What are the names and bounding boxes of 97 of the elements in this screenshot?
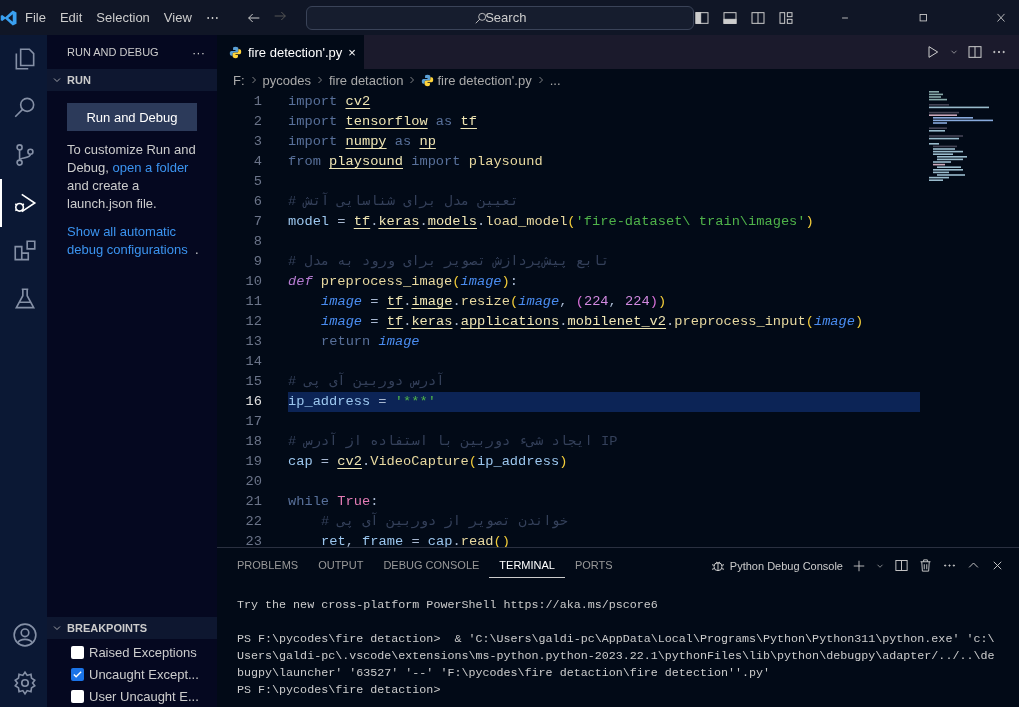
code-line: ret, frame = cap.read(): [320, 533, 511, 547]
terminal-name[interactable]: Python Debug Console: [729, 559, 843, 572]
split-layout-icon[interactable]: [749, 9, 766, 26]
line-number: 11: [244, 293, 262, 311]
line-number: 12: [244, 313, 262, 331]
run-icon[interactable]: [925, 44, 941, 60]
code-line: from playsound import playsound: [288, 153, 544, 171]
breadcrumb-item[interactable]: pycodes: [262, 72, 311, 88]
search-field[interactable]: Search: [305, 5, 694, 30]
code-line: model = tf.keras.models.load_model('fire-dataset\ train\images'): [288, 213, 815, 231]
code-line: image = tf.image.resize(image, (224, 224)): [320, 293, 668, 311]
terminal-line: bugpy\launcher' '63527' '--' 'F:\pycodes\fire detaction\fire detection''.py': [237, 666, 771, 680]
line-number: 20: [244, 473, 262, 491]
sidebar-title: RUN AND DEBUG: [67, 46, 159, 58]
editor-tab[interactable]: fire detection'.py ×: [217, 35, 364, 69]
checkbox[interactable]: [71, 667, 84, 681]
breakpoint-label: Raised Exceptions: [89, 644, 197, 660]
line-number: 2: [252, 113, 262, 131]
breadcrumb-item[interactable]: fire detection'.py: [437, 72, 532, 88]
section-title: RUN: [67, 74, 91, 86]
plus-icon[interactable]: [852, 558, 866, 573]
breakpoint-label: User Uncaught E...: [89, 688, 199, 704]
help-text: Show all automatic debug configurations .: [67, 223, 200, 259]
line-number: 10: [244, 273, 262, 291]
split-terminal-icon[interactable]: [894, 558, 909, 573]
open-folder-link[interactable]: open a folder: [112, 160, 189, 175]
code-line: image = tf.keras.applications.mobilenet_v2.preprocess_input(image): [320, 313, 865, 331]
terminal-line: PS F:\pycodes\fire detaction> & 'C:\Users\galdi-pc\AppData\Local\Programs\Python\Python311\python.exe' 'c:\: [237, 632, 995, 646]
checkbox[interactable]: [71, 645, 84, 659]
code-line: # آدرس دوربین آی پی: [288, 372, 446, 391]
breadcrumb-item[interactable]: fire detaction: [329, 72, 404, 88]
line-number: 5: [252, 173, 262, 191]
line-number: 7: [252, 213, 262, 231]
code-line: import cv2: [288, 93, 372, 111]
line-number: 6: [252, 193, 262, 211]
panel-tab[interactable]: PROBLEMS: [227, 553, 309, 578]
customize-layout-icon[interactable]: [777, 9, 794, 26]
panel-tab[interactable]: OUTPUT: [308, 553, 374, 578]
breakpoint-label: Uncaught Except...: [89, 666, 199, 682]
python-icon: [229, 45, 242, 59]
run-and-debug-button[interactable]: Run and Debug: [67, 103, 197, 131]
code-line: # خواندن تصویر از دوربین آی پی: [320, 512, 570, 531]
section-header[interactable]: RUN: [47, 69, 217, 91]
check-icon: [72, 668, 83, 680]
debug-configurations-link[interactable]: Show all automatic debug configurations: [67, 223, 195, 259]
line-number: 17: [244, 413, 262, 431]
help-text: To customize Run and Debug, open a folder and create a launch.json file.: [67, 141, 197, 213]
toggle-sidebar-icon[interactable]: [693, 9, 710, 26]
line-number: 19: [244, 453, 262, 471]
line-number: 8: [252, 233, 262, 251]
terminal-line: Users\galdi-pc\.vscode\extensions\ms-python.python-2023.22.1\pythonFiles\lib\python\debugpy\adapter/../..\de: [237, 649, 995, 663]
menu-item[interactable]: ⋯: [198, 5, 226, 30]
breadcrumb-item[interactable]: ...: [549, 72, 561, 88]
code-line: return image: [320, 333, 421, 351]
line-number: 21: [244, 493, 262, 511]
search-icon: [473, 10, 488, 25]
code-line: while True:: [288, 493, 380, 511]
line-number: 3: [252, 133, 262, 151]
line-number: 22: [244, 513, 262, 531]
checkbox[interactable]: [71, 689, 84, 703]
toggle-panel-icon[interactable]: [721, 9, 738, 26]
line-number: 9: [252, 253, 262, 271]
line-number: 18: [244, 433, 262, 451]
split-editor-icon[interactable]: [967, 44, 983, 60]
trash-icon[interactable]: [918, 558, 933, 573]
section-title: BREAKPOINTS: [67, 622, 148, 634]
line-number: 16: [244, 393, 262, 411]
settings-icon[interactable]: [11, 670, 38, 696]
breadcrumb-item[interactable]: F:: [233, 72, 245, 88]
terminal-line: PS F:\pycodes\fire detaction>: [237, 683, 441, 697]
code-line: cap = cv2.VideoCapture(ip_address): [288, 453, 569, 471]
close-tab-button[interactable]: ×: [348, 44, 356, 60]
more-actions-button[interactable]: ···: [192, 44, 205, 60]
line-number: 14: [244, 353, 262, 371]
panel-tab[interactable]: DEBUG CONSOLE: [373, 553, 490, 578]
line-number: 4: [252, 153, 262, 171]
menu-item[interactable]: Selection: [89, 5, 157, 30]
menu-item[interactable]: File: [18, 5, 53, 30]
code-line: # تابع پیش‌پردازش تصویر برای ورود به مدل: [288, 253, 611, 271]
panel-tab[interactable]: TERMINAL: [489, 553, 565, 578]
line-number: 23: [244, 533, 262, 547]
code-line: # ایجاد شیء دوربین با استفاده از آدرس IP: [288, 432, 619, 451]
line-number: 13: [244, 333, 262, 351]
app-logo-icon[interactable]: [0, 8, 18, 27]
code-line: def preprocess_image(image):: [288, 273, 519, 291]
menu-item[interactable]: Edit: [52, 5, 90, 30]
code-line: import tensorflow as tf: [288, 113, 478, 131]
code-line: import numpy as np: [288, 133, 437, 151]
code-line: # تعیین مدل برای شناسایی آتش: [288, 192, 520, 211]
menu-item[interactable]: View: [156, 5, 199, 30]
panel-tab[interactable]: PORTS: [564, 553, 623, 578]
line-number: 1: [252, 93, 262, 111]
terminal-line: Try the new cross-platform PowerShell https://aka.ms/pscore6: [237, 598, 658, 612]
account-icon[interactable]: [11, 622, 38, 648]
line-number: 15: [244, 373, 262, 391]
python-icon: [421, 73, 435, 87]
section-header[interactable]: BREAKPOINTS: [47, 617, 217, 639]
